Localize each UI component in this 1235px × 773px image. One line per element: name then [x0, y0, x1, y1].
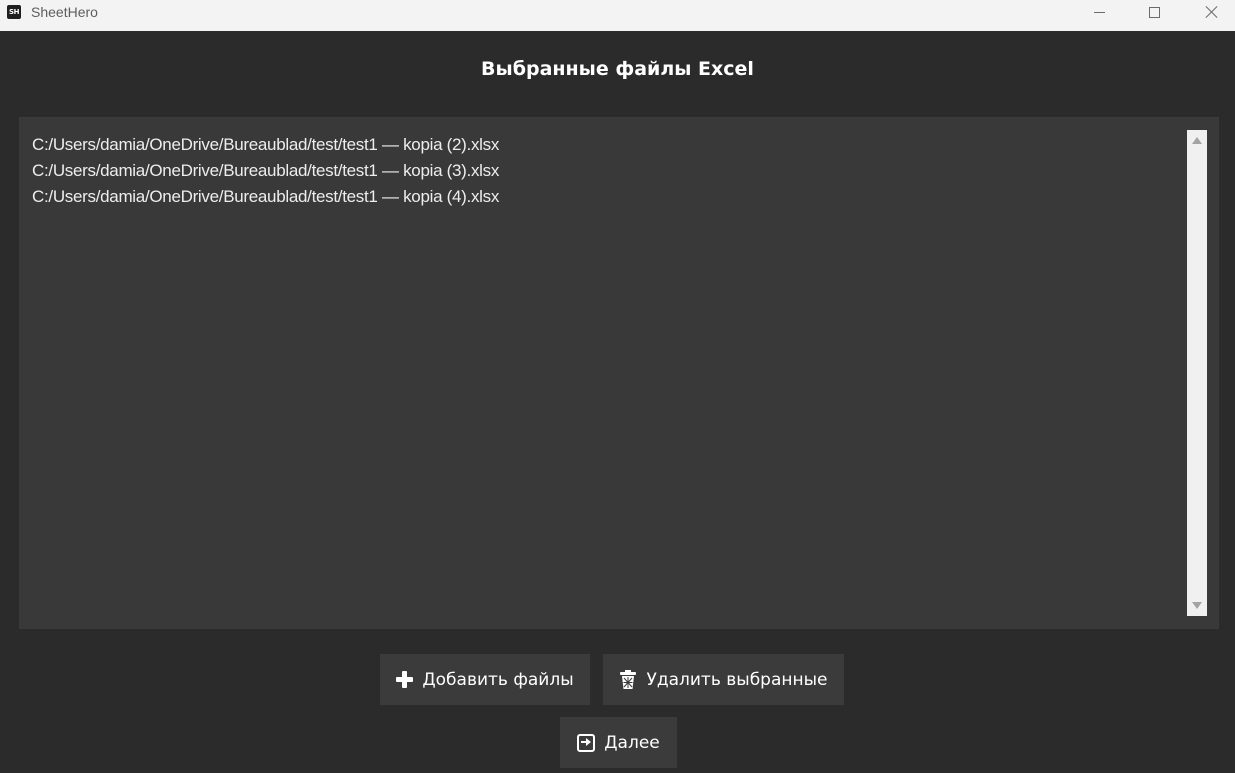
minimize-icon [1093, 11, 1105, 13]
vertical-scrollbar[interactable] [1187, 130, 1207, 616]
delete-selected-button[interactable]: Удалить выбранные [603, 654, 844, 705]
selected-files-listbox[interactable]: C:/Users/damia/OneDrive/Bureaublad/test/… [19, 117, 1219, 629]
maximize-icon [1148, 6, 1160, 18]
minimize-button[interactable] [1076, 0, 1122, 24]
maximize-button[interactable] [1131, 0, 1177, 24]
plus-icon [396, 671, 414, 688]
next-label: Далее [604, 732, 660, 753]
next-button[interactable]: Далее [560, 717, 677, 768]
list-item[interactable]: C:/Users/damia/OneDrive/Bureaublad/test/… [32, 184, 499, 210]
file-list: C:/Users/damia/OneDrive/Bureaublad/test/… [32, 132, 499, 210]
list-item[interactable]: C:/Users/damia/OneDrive/Bureaublad/test/… [32, 132, 499, 158]
add-files-button[interactable]: Добавить файлы [380, 654, 590, 705]
app-logo-icon: SH [7, 5, 21, 19]
scroll-up-arrow-icon[interactable] [1192, 137, 1202, 144]
window-title: SheetHero [31, 4, 98, 20]
close-icon [1205, 5, 1219, 19]
title-bar[interactable]: SH SheetHero [0, 0, 1235, 31]
delete-selected-label: Удалить выбранные [646, 669, 828, 690]
add-files-label: Добавить файлы [422, 669, 574, 690]
arrow-right-box-icon [577, 733, 596, 752]
scroll-down-arrow-icon[interactable] [1192, 602, 1202, 609]
page-title: Выбранные файлы Excel [481, 58, 754, 80]
list-item[interactable]: C:/Users/damia/OneDrive/Bureaublad/test/… [32, 158, 499, 184]
trash-icon [620, 669, 637, 689]
close-button[interactable] [1189, 0, 1235, 24]
